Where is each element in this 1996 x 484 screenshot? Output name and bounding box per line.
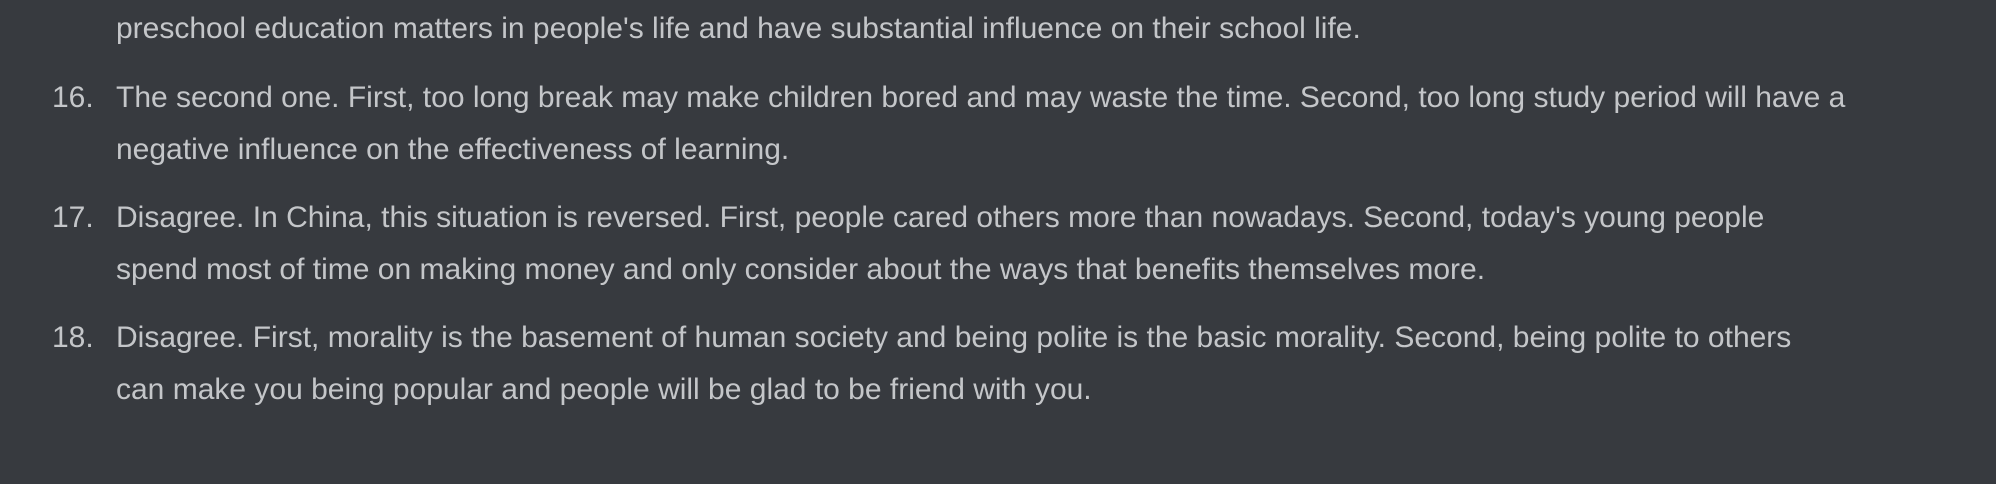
- answer-list-content: preschool education matters in people's …: [0, 0, 1996, 484]
- list-item-text: Disagree. First, morality is the basemen…: [116, 312, 1986, 416]
- list-item-line: spend most of time on making money and o…: [116, 253, 1486, 286]
- list-item-text: The second one. First, too long break ma…: [116, 72, 1986, 176]
- list-item-line: Disagree. First, morality is the basemen…: [116, 321, 1792, 354]
- list-item-number: 17.: [52, 201, 94, 234]
- list-item-number: 16.: [52, 81, 94, 114]
- list-item-text: Disagree. In China, this situation is re…: [116, 192, 1986, 296]
- list-item-line: The second one. First, too long break ma…: [116, 81, 1846, 114]
- intro-paragraph-continuation: preschool education matters in people's …: [116, 12, 1361, 45]
- list-item-line: negative influence on the effectiveness …: [116, 133, 790, 166]
- list-item-line: Disagree. In China, this situation is re…: [116, 201, 1765, 234]
- list-item-line: can make you being popular and people wi…: [116, 373, 1092, 406]
- list-item-number: 18.: [52, 321, 94, 354]
